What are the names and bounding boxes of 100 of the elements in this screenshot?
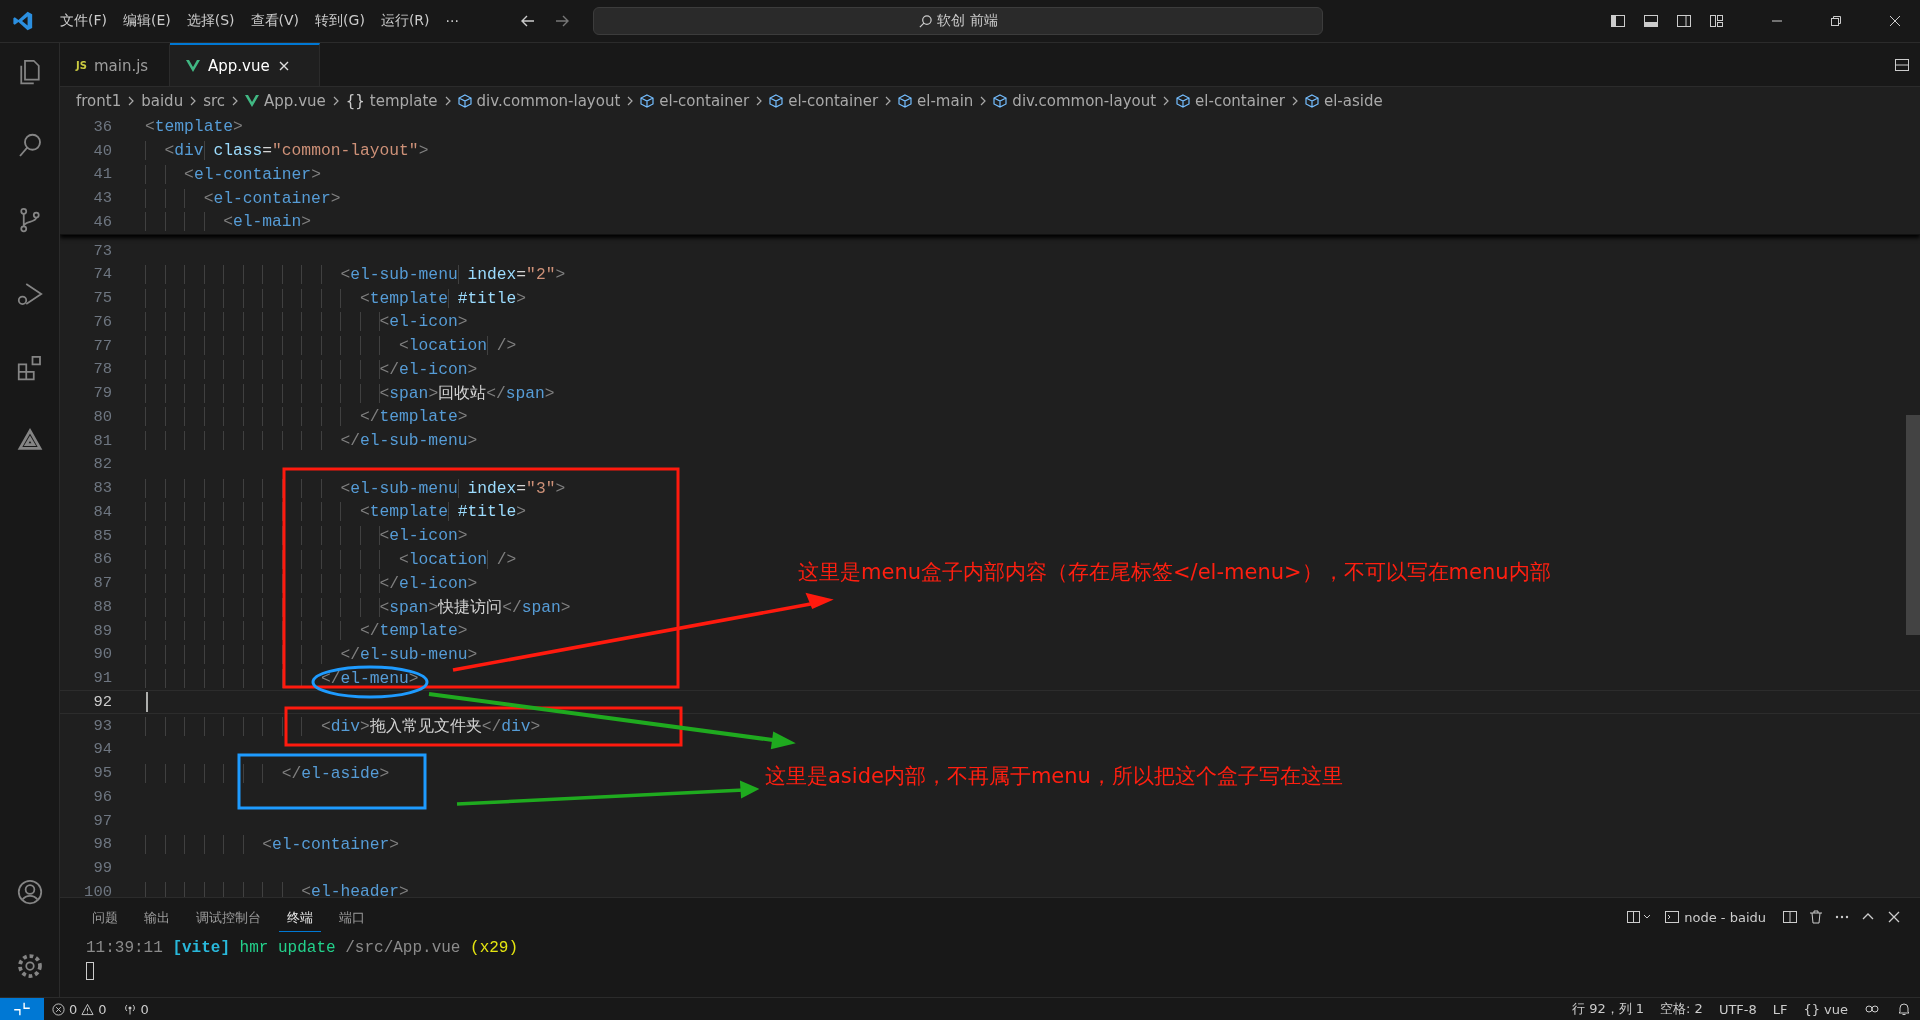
split-terminal-icon[interactable]	[1782, 909, 1798, 925]
line-number: 99	[92, 859, 113, 878]
line-number: 41	[92, 165, 113, 184]
split-editor-icon[interactable]	[1894, 56, 1910, 73]
breadcrumb-item[interactable]: div.common-layout	[457, 92, 621, 110]
menu-item[interactable]: 查看(V)	[242, 12, 308, 30]
breadcrumb-item[interactable]: baidu	[141, 92, 184, 110]
breadcrumb-item[interactable]: src	[203, 92, 226, 110]
cube-icon	[457, 94, 472, 108]
customize-layout-icon[interactable]	[1709, 13, 1725, 29]
vue-file-icon	[245, 95, 260, 107]
code-line: <location />	[145, 336, 517, 356]
panel-tab[interactable]: 问题	[84, 902, 126, 932]
line-number: 80	[92, 407, 113, 426]
menu-item[interactable]: 运行(R)	[372, 12, 438, 30]
panel-tab[interactable]: 端口	[331, 902, 373, 932]
menu-item[interactable]: 选择(S)	[178, 12, 243, 30]
code-line: <span>快捷访问</span>	[145, 595, 571, 618]
breadcrumb-item[interactable]: el-aside	[1304, 92, 1383, 110]
restore-icon[interactable]	[1829, 14, 1843, 28]
scrollbar-thumb[interactable]	[1906, 415, 1920, 635]
terminal-output: 11:39:11 [vite] hmr update /src/App.vue (x29)	[86, 938, 520, 959]
cube-icon	[1304, 94, 1319, 108]
line-number: 77	[92, 336, 113, 355]
breadcrumb-item[interactable]: div.common-layout	[993, 92, 1157, 110]
bell-icon[interactable]	[1896, 1001, 1912, 1017]
code-line: <el-sub-menu index="2">	[145, 264, 566, 284]
code-line: <el-header>	[145, 882, 409, 897]
code-line: </el-aside>	[145, 763, 390, 783]
breadcrumb-item[interactable]: el-container	[769, 92, 879, 110]
chevron-icon	[755, 95, 764, 107]
line-number: 92	[92, 692, 113, 711]
line-number: 75	[92, 289, 113, 308]
line-ending-status[interactable]: LF	[1764, 1001, 1796, 1017]
breadcrumb-item[interactable]: el-container	[1176, 92, 1285, 110]
line-number: 82	[92, 455, 113, 474]
panel-tab[interactable]: 输出	[136, 902, 178, 932]
broadcast-icon	[122, 1002, 137, 1016]
code-line: </el-menu>	[145, 668, 419, 688]
breadcrumb-item[interactable]: {} template	[345, 92, 438, 110]
terminal-name[interactable]: node - baidu	[1684, 909, 1766, 925]
indentation-status[interactable]: 空格: 2	[1652, 1000, 1711, 1018]
terminal-cursor	[86, 962, 94, 980]
text-cursor	[146, 691, 148, 712]
panel-tab[interactable]: 调试控制台	[188, 902, 269, 932]
code-line: </template>	[145, 407, 468, 427]
close-icon[interactable]	[277, 59, 290, 72]
line-number: 89	[92, 621, 113, 640]
cube-icon	[898, 94, 913, 108]
code-line: </el-icon>	[145, 359, 478, 379]
line-number: 100	[83, 882, 113, 897]
line-number: 87	[92, 574, 113, 593]
line-number: 43	[92, 189, 113, 208]
code-line: <div>拖入常见文件夹</div>	[145, 714, 541, 737]
remote-button[interactable]	[0, 998, 44, 1020]
menu-item[interactable]: 转到(G)	[307, 12, 373, 30]
problems-status[interactable]: 0 0	[44, 1001, 115, 1017]
close-icon[interactable]	[1886, 909, 1902, 925]
encoding-status[interactable]: UTF-8	[1710, 1001, 1765, 1017]
remote-icon	[14, 1001, 30, 1017]
line-number: 81	[92, 431, 113, 450]
cube-icon	[640, 94, 655, 108]
chevron-icon	[626, 95, 635, 107]
menu-item[interactable]: 文件(F)	[52, 12, 115, 30]
cube-icon	[769, 94, 784, 108]
cube-icon	[1176, 94, 1191, 108]
sidebar-layout-icon[interactable]	[1610, 13, 1626, 29]
chevron-icon	[1290, 95, 1299, 107]
breadcrumb-item[interactable]: el-main	[898, 92, 974, 110]
ports-status[interactable]: 0	[114, 1001, 157, 1017]
vue-file-icon	[186, 59, 200, 72]
breadcrumb-item[interactable]: front1	[76, 92, 122, 110]
breadcrumb-item[interactable]: App.vue	[245, 92, 326, 110]
code-line: <location />	[145, 549, 517, 569]
code-line: <div class="common-layout">	[145, 141, 429, 161]
chevron-icon	[127, 95, 136, 107]
chevron-icon	[884, 95, 893, 107]
trash-icon[interactable]	[1808, 909, 1824, 925]
line-number: 95	[92, 764, 113, 783]
cursor-position[interactable]: 行 92，列 1	[1564, 1000, 1653, 1018]
code-line: </template>	[145, 621, 468, 641]
secondary-sidebar-icon[interactable]	[1676, 13, 1692, 29]
close-icon[interactable]	[1888, 14, 1902, 28]
line-number: 74	[92, 265, 113, 284]
line-number: 84	[92, 502, 113, 521]
terminal-icon	[1664, 909, 1681, 925]
language-status[interactable]: {} vue	[1795, 1001, 1856, 1017]
search-field[interactable]: 软创 前端	[592, 7, 1323, 35]
panel-tab[interactable]: 终端	[279, 902, 321, 932]
line-number: 46	[92, 212, 113, 231]
code-line: <el-sub-menu index="3">	[145, 478, 566, 498]
menu-item[interactable]: 编辑(E)	[115, 12, 179, 30]
code-line: <span>回收站</span>	[145, 382, 555, 405]
editor-tab[interactable]: App.vue	[170, 43, 320, 86]
chevron-icon	[1162, 95, 1171, 107]
cube-icon	[993, 94, 1008, 108]
chevron-icon	[979, 95, 988, 107]
panel-layout-icon[interactable]	[1643, 13, 1659, 29]
breadcrumb-item[interactable]: el-container	[640, 92, 750, 110]
menu-item[interactable]: ···	[437, 13, 467, 29]
